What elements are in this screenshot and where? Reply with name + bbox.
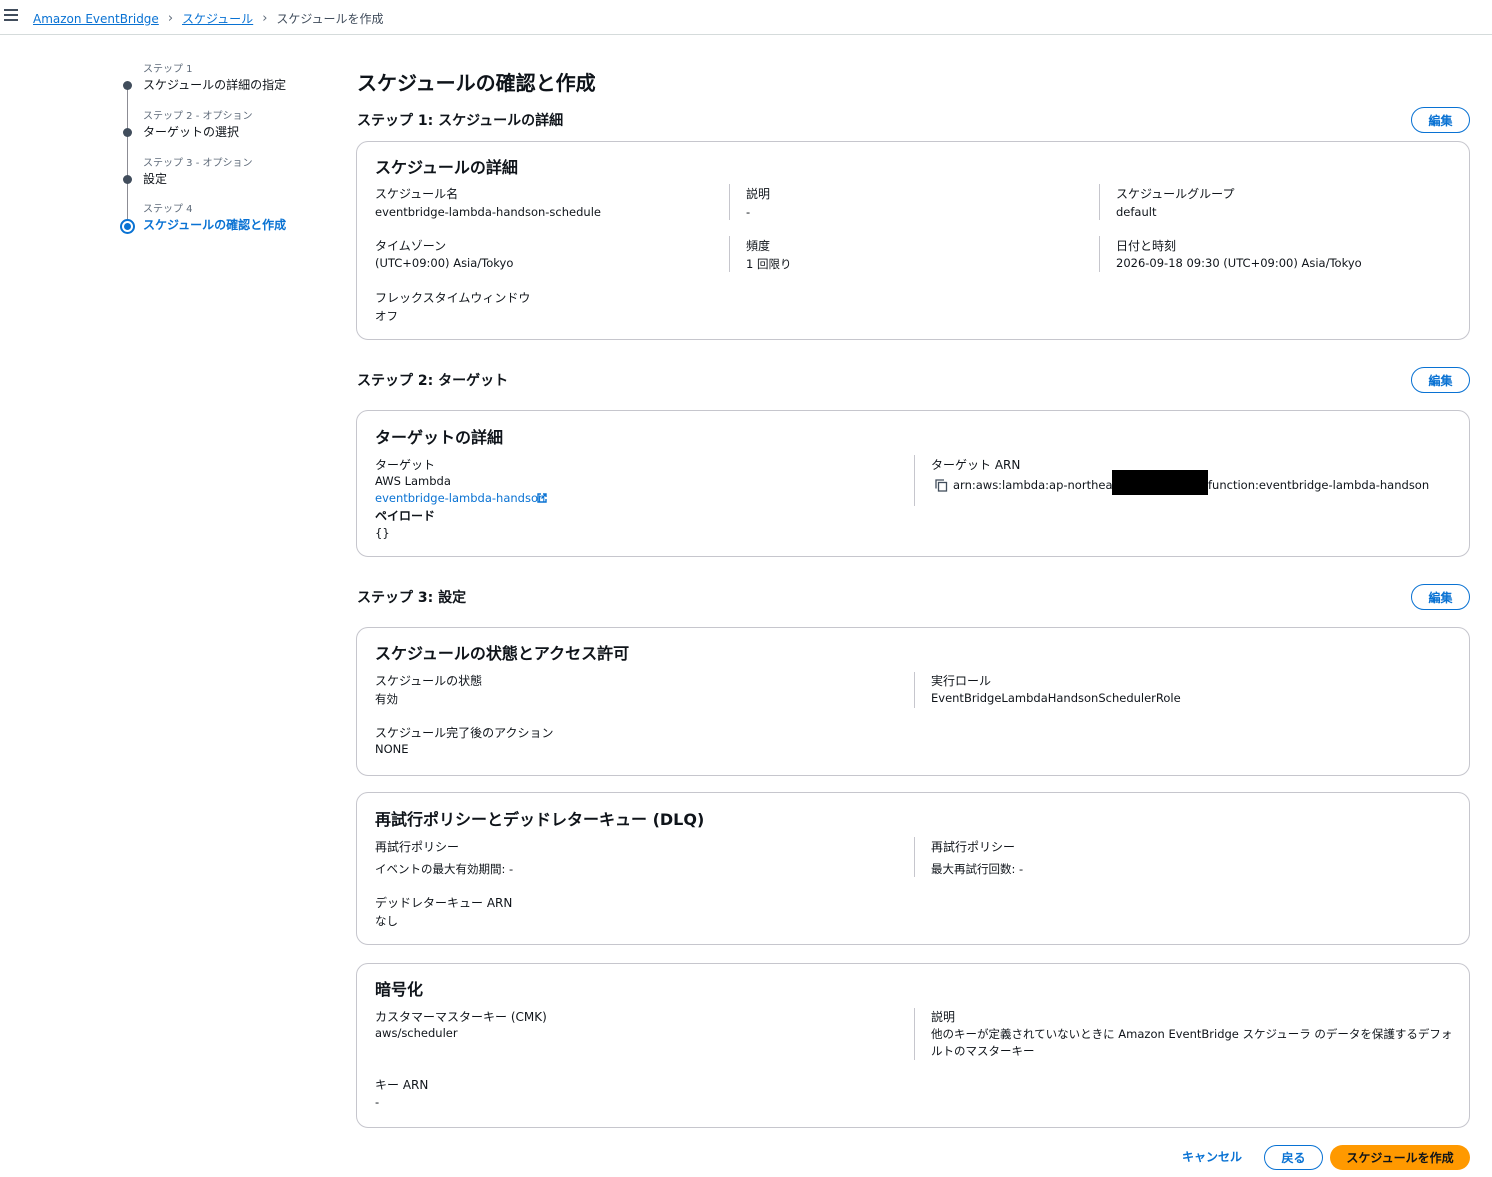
target-function-link[interactable]: eventbridge-lambda-handson [375,491,545,505]
retry-policy-label: 再試行ポリシー [375,840,460,854]
schedule-state-value: 有効 [375,692,398,706]
card-title: 暗号化 [375,980,424,999]
execution-role-label: 実行ロール [931,674,992,688]
breadcrumb-eventbridge[interactable]: Amazon EventBridge [33,12,159,26]
step2-heading: ステップ 2: ターゲット [357,373,509,389]
target-arn-label: ターゲット ARN [931,458,1021,472]
breadcrumb-current: スケジュールを作成 [276,12,384,26]
copy-icon[interactable] [935,479,948,492]
column-divider [729,184,730,220]
current-step-icon [120,219,135,234]
description-value: - [746,205,751,219]
cmk-value: aws/scheduler [375,1026,458,1040]
column-divider [914,455,915,506]
timezone-label: タイムゾーン [375,239,447,253]
menu-icon[interactable] [4,9,18,23]
key-description-label: 説明 [931,1010,956,1024]
target-type-value: AWS Lambda [375,474,451,488]
create-schedule-button[interactable]: スケジュールを作成 [1330,1145,1470,1170]
key-description-line1: 他のキーが定義されていないときに Amazon EventBridge スケジュ… [931,1027,1453,1041]
redacted-account-id [1112,470,1208,495]
edit-step3-button[interactable]: 編集 [1411,584,1470,610]
payload-value: {} [375,526,390,540]
steps-connector [127,86,128,224]
chevron-right-icon: › [262,11,268,26]
schedule-group-label: スケジュールグループ [1116,187,1235,201]
edit-step1-button[interactable]: 編集 [1411,107,1470,133]
step-number: ステップ 3 - オプション [143,158,253,169]
column-divider [1099,184,1100,220]
key-arn-label: キー ARN [375,1078,429,1092]
schedule-state-card: スケジュールの状態とアクセス許可 スケジュールの状態 有効 実行ロール Even… [356,627,1470,776]
frequency-label: 頻度 [746,239,771,253]
card-title: スケジュールの状態とアクセス許可 [375,644,630,663]
step-title[interactable]: スケジュールの詳細の指定 [143,76,286,93]
breadcrumb: Amazon EventBridge › スケジュール › スケジュールを作成 [33,10,384,27]
payload-label: ペイロード [375,509,436,523]
flex-window-value: オフ [375,309,398,323]
step-number: ステップ 2 - オプション [143,111,253,122]
step-dot-icon [123,128,132,137]
step-title: スケジュールの確認と作成 [143,218,287,232]
schedule-state-label: スケジュールの状態 [375,674,483,688]
back-button[interactable]: 戻る [1264,1145,1323,1170]
column-divider [914,837,915,877]
card-title: スケジュールの詳細 [375,158,518,177]
step1-heading: ステップ 1: スケジュールの詳細 [357,113,564,129]
card-title: 再試行ポリシーとデッドレターキュー (DLQ) [375,810,705,829]
datetime-value: 2026-09-18 09:30 (UTC+09:00) Asia/Tokyo [1116,256,1362,270]
step-title[interactable]: 設定 [143,170,167,187]
target-arn-prefix: arn:aws:lambda:ap-northeast- [953,478,1128,492]
step-dot-icon [123,81,132,90]
max-retries-value: 最大再試行回数: - [931,862,1024,876]
schedule-name-label: スケジュール名 [375,187,459,201]
retry-dlq-card: 再試行ポリシーとデッドレターキュー (DLQ) 再試行ポリシー イベントの最大有… [356,792,1470,945]
step3-heading: ステップ 3: 設定 [357,590,467,606]
datetime-label: 日付と時刻 [1116,239,1177,253]
timezone-value: (UTC+09:00) Asia/Tokyo [375,256,514,270]
target-label: ターゲット [375,458,436,472]
chevron-right-icon: › [167,11,174,26]
after-completion-value: NONE [375,742,409,756]
column-divider [914,672,915,708]
breadcrumb-schedules[interactable]: スケジュール [182,10,253,27]
step-title[interactable]: ターゲットの選択 [143,123,239,140]
key-description-line2: ルトのマスターキー [931,1044,1035,1058]
key-arn-value: - [375,1095,380,1109]
cancel-button[interactable]: キャンセル [1182,1148,1242,1165]
page-title: スケジュールの確認と作成 [357,71,596,95]
flex-window-label: フレックスタイムウィンドウ [375,291,531,305]
column-divider [914,1008,915,1060]
step-number: ステップ 1 [143,64,193,75]
encryption-card: 暗号化 カスタマーマスターキー (CMK) aws/scheduler 説明 他… [356,963,1470,1128]
dlq-arn-label: デッドレターキュー ARN [375,896,513,910]
column-divider [1099,236,1100,272]
dlq-arn-value: なし [375,914,398,928]
top-bar: Amazon EventBridge › スケジュール › スケジュールを作成 [0,0,1492,35]
edit-step2-button[interactable]: 編集 [1411,367,1470,393]
step-number: ステップ 4 [143,204,193,215]
cmk-label: カスタマーマスターキー (CMK) [375,1010,547,1024]
execution-role-value: EventBridgeLambdaHandsonSchedulerRole [931,691,1181,705]
schedule-group-value: default [1116,205,1157,219]
max-event-age-value: イベントの最大有効期間: - [375,862,514,876]
column-divider [729,236,730,272]
target-arn-suffix: function:eventbridge-lambda-handson [1208,478,1430,492]
target-details-card: ターゲットの詳細 ターゲット AWS Lambda eventbridge-la… [356,410,1470,557]
schedule-name-value: eventbridge-lambda-handson-schedule [375,205,601,219]
schedule-details-card: スケジュールの詳細 スケジュール名 eventbridge-lambda-han… [356,141,1470,340]
retry-policy-label-right: 再試行ポリシー [931,840,1016,854]
after-completion-label: スケジュール完了後のアクション [375,726,554,740]
step-dot-icon [123,175,132,184]
external-link-icon[interactable] [537,493,547,503]
frequency-value: 1 回限り [746,257,792,271]
description-label: 説明 [746,187,771,201]
card-title: ターゲットの詳細 [375,428,504,447]
